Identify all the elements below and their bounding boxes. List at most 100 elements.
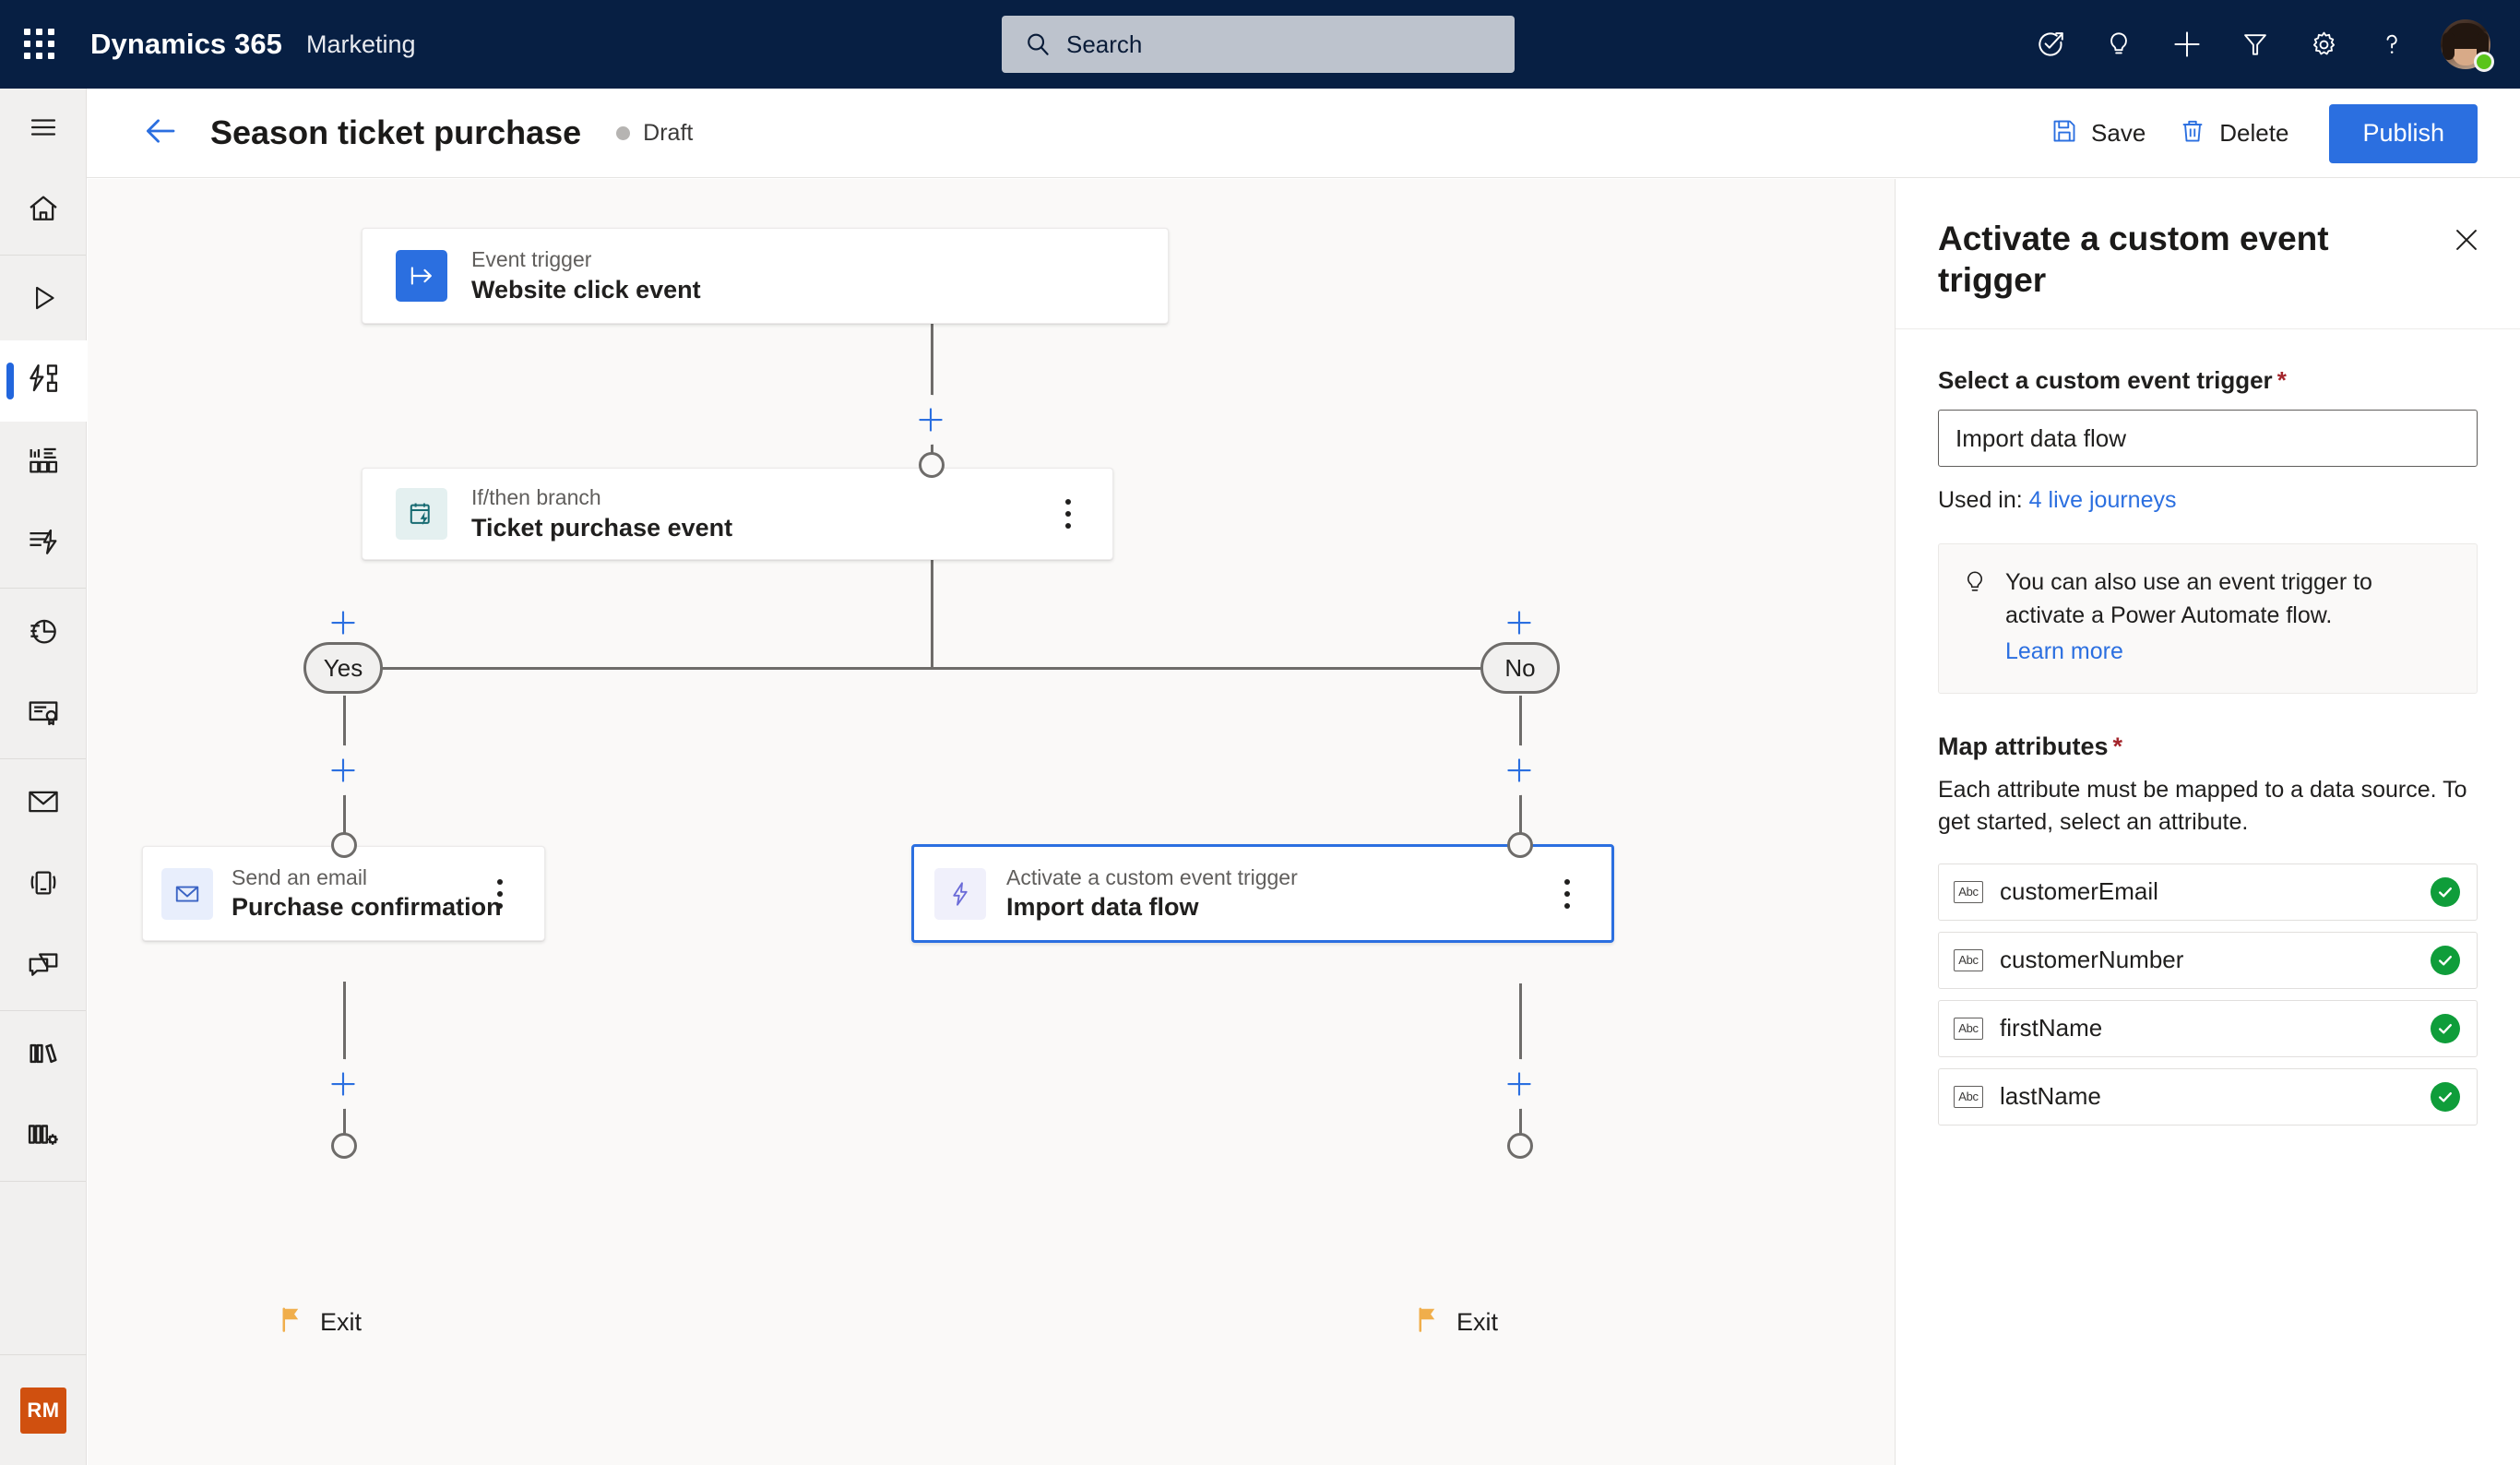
attribute-name: firstName: [2000, 1014, 2103, 1042]
attribute-row[interactable]: Abc customerEmail: [1938, 863, 2478, 921]
user-avatar[interactable]: [2441, 19, 2494, 72]
save-icon: [2050, 117, 2078, 149]
node-text: Activate a custom event trigger Import d…: [1006, 865, 1298, 922]
sidebar-item-analytics[interactable]: [0, 592, 87, 673]
edge-branch-to-split: [931, 560, 933, 669]
attribute-name: lastName: [2000, 1082, 2101, 1111]
mapped-check-icon: [2431, 1081, 2460, 1112]
push-notification-icon: [26, 947, 61, 986]
plus-icon[interactable]: [2153, 10, 2221, 78]
user-initials-tile[interactable]: RM: [20, 1387, 66, 1434]
delete-button[interactable]: Delete: [2162, 106, 2305, 161]
used-in-label: Used in:: [1938, 487, 2023, 514]
app-launcher-icon[interactable]: [24, 29, 55, 60]
used-in-link[interactable]: 4 live journeys: [2029, 487, 2177, 513]
panel-header: Activate a custom event trigger: [1896, 179, 2520, 330]
attribute-row[interactable]: Abc customerNumber: [1938, 931, 2478, 989]
sidebar-item-text-messages[interactable]: [0, 844, 87, 925]
trigger-field-label: Select a custom event trigger *: [1938, 366, 2478, 395]
node-text: Event trigger Website click event: [471, 247, 701, 304]
panel-body: Select a custom event trigger* Used in: …: [1896, 329, 2520, 1126]
attribute-row[interactable]: Abc firstName: [1938, 999, 2478, 1057]
connector-endpoint-1: [919, 452, 945, 478]
rail-divider: [0, 758, 86, 759]
add-step-button-after-email[interactable]: [318, 745, 368, 795]
node-menu-button[interactable]: [1050, 490, 1087, 538]
exit-marker-right[interactable]: Exit: [1416, 1306, 1498, 1339]
panel-title: Activate a custom event trigger: [1938, 220, 2329, 300]
status-badge: Draft: [616, 120, 693, 147]
info-tip-text: You can also use an event trigger to act…: [2005, 566, 2453, 669]
add-step-button-exit-right[interactable]: [1494, 1059, 1544, 1109]
required-asterisk: *: [2276, 366, 2287, 395]
checklist-arrow-icon[interactable]: [2016, 10, 2085, 78]
node-event-trigger[interactable]: Event trigger Website click event: [362, 228, 1169, 324]
branch-label-no[interactable]: No: [1480, 642, 1560, 694]
sidebar-item-library-settings[interactable]: [0, 1096, 87, 1177]
attribute-name: customerEmail: [2000, 877, 2158, 906]
required-asterisk: *: [2112, 732, 2123, 760]
sidebar-item-get-started[interactable]: [0, 259, 87, 340]
info-tip: You can also use an event trigger to act…: [1938, 543, 2478, 694]
branch-label-yes[interactable]: Yes: [303, 642, 383, 694]
status-dot: [616, 125, 631, 140]
mapped-check-icon: [2431, 945, 2460, 975]
email-icon: [26, 784, 61, 824]
sidebar-item-library[interactable]: [0, 1015, 87, 1096]
flag-icon: [279, 1306, 305, 1339]
rail-divider: [0, 255, 86, 256]
sidebar-item-emails[interactable]: [0, 763, 87, 844]
sidebar-item-home[interactable]: [0, 170, 87, 251]
if-then-branch-icon: [396, 488, 447, 540]
header-icon-group: [2016, 0, 2498, 89]
learn-more-link[interactable]: Learn more: [2005, 636, 2453, 669]
add-step-button-exit-left[interactable]: [318, 1059, 368, 1109]
exit-marker-left[interactable]: Exit: [279, 1306, 362, 1339]
save-label: Save: [2091, 119, 2146, 147]
back-button[interactable]: [135, 107, 186, 159]
question-icon[interactable]: [2358, 10, 2426, 78]
status-label: Draft: [643, 119, 694, 146]
search-input[interactable]: Search: [1002, 16, 1515, 73]
rail-divider: [0, 1181, 86, 1182]
add-step-button-1[interactable]: [906, 395, 956, 445]
rail-bottom: RM: [0, 1354, 87, 1465]
sidebar-item-segments[interactable]: [0, 422, 87, 503]
text-type-icon: Abc: [1954, 880, 1983, 903]
close-icon[interactable]: [2443, 216, 2490, 264]
activate-trigger-icon: [934, 867, 986, 920]
node-menu-button[interactable]: [481, 870, 518, 918]
publish-button[interactable]: Publish: [2329, 103, 2478, 163]
hamburger-icon: [27, 111, 60, 149]
mapped-check-icon: [2431, 1013, 2460, 1043]
text-type-icon: Abc: [1954, 1017, 1983, 1040]
add-step-button-no[interactable]: [1494, 598, 1544, 648]
sidebar-item-hamburger[interactable]: [0, 89, 87, 170]
add-step-button-after-activate[interactable]: [1494, 745, 1544, 795]
node-activate-custom-event-trigger[interactable]: Activate a custom event trigger Import d…: [911, 844, 1614, 943]
brand-title: Dynamics 365: [90, 28, 282, 60]
node-menu-button[interactable]: [1549, 870, 1586, 918]
sidebar-item-push-notifications[interactable]: [0, 925, 87, 1006]
save-button[interactable]: Save: [2034, 106, 2162, 161]
sidebar-item-triggers[interactable]: [0, 503, 87, 584]
journey-canvas[interactable]: Event trigger Website click event If/the…: [88, 179, 1895, 1465]
map-attributes-label-text: Map attributes: [1938, 732, 2109, 760]
node-if-then-branch[interactable]: If/then branch Ticket purchase event: [362, 468, 1113, 560]
connector-endpoint-exit-right: [1507, 1133, 1533, 1159]
lightbulb-icon[interactable]: [2085, 10, 2153, 78]
sidebar-item-journeys[interactable]: [0, 340, 87, 422]
custom-event-trigger-input[interactable]: [1938, 410, 2478, 468]
connector-endpoint-email: [331, 832, 357, 858]
edge-split-horizontal: [344, 667, 1520, 670]
attribute-row[interactable]: Abc lastName: [1938, 1067, 2478, 1126]
node-title: Ticket purchase event: [471, 513, 733, 542]
delete-label: Delete: [2219, 119, 2289, 147]
node-send-email[interactable]: Send an email Purchase confirmation: [142, 846, 545, 941]
gear-icon[interactable]: [2289, 10, 2358, 78]
add-step-button-yes[interactable]: [318, 598, 368, 648]
text-message-icon: [26, 865, 61, 905]
connector-endpoint-activate: [1507, 832, 1533, 858]
filter-icon[interactable]: [2221, 10, 2289, 78]
sidebar-item-assets[interactable]: [0, 673, 87, 755]
